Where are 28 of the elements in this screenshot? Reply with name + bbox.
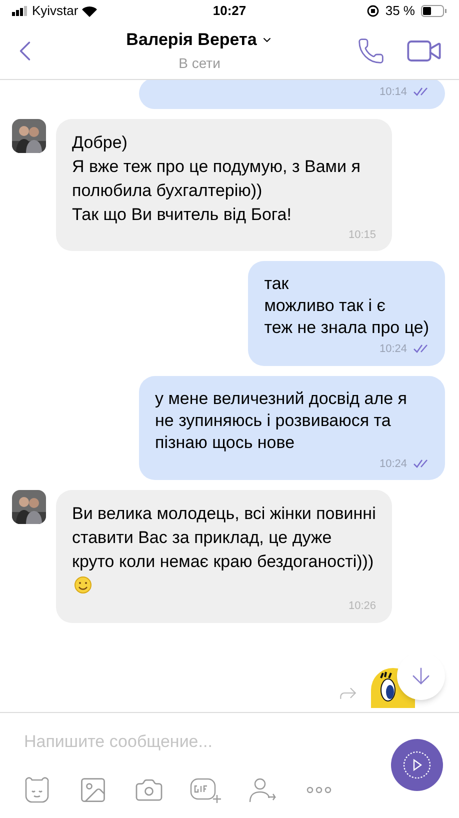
rotation-lock-icon xyxy=(367,5,380,17)
contact-name[interactable]: Валерія Верета xyxy=(126,27,257,53)
message-time: 10:24 xyxy=(379,456,407,472)
send-button[interactable] xyxy=(391,739,443,791)
message-text: у мене величезний досвід але я не зупиняюсь і розвиваюся та пізнаю щось нове xyxy=(155,388,408,454)
carrier-name: Kyivstar xyxy=(32,2,78,20)
clock: 10:27 xyxy=(212,2,246,20)
message-time: 10:14 xyxy=(379,85,407,100)
message-field[interactable]: Напишите сообщение... xyxy=(24,729,354,754)
message-text: Ви велика молодець, всі жінки повинні ставити Вас за приклад, це дуже круто коли немає краю бездоганості))) xyxy=(72,502,376,598)
message-time: 10:15 xyxy=(348,228,376,242)
contact-status: В сети xyxy=(178,54,220,73)
message-text: Добре) Я вже теж про це подумую, з Вами я полюбила бухгалтерію)) Так що Ви вчитель від Бога! xyxy=(72,132,362,226)
read-ticks-icon xyxy=(413,458,429,469)
message-time: 10:26 xyxy=(348,599,376,614)
phone-icon[interactable] xyxy=(357,36,385,64)
sticker-face-icon[interactable] xyxy=(22,776,52,804)
more-icon[interactable] xyxy=(306,786,332,794)
read-ticks-icon xyxy=(413,87,429,98)
message-time: 10:24 xyxy=(379,342,407,357)
message-text: так можливо так і є теж не знала про це) xyxy=(264,273,429,339)
battery-percent: 35 % xyxy=(385,2,415,20)
scroll-down-button[interactable] xyxy=(397,652,445,700)
read-ticks-icon xyxy=(413,344,429,354)
wifi-icon xyxy=(82,6,98,16)
play-icon xyxy=(402,750,432,780)
battery-icon xyxy=(421,5,447,17)
signal-icon xyxy=(12,6,28,16)
